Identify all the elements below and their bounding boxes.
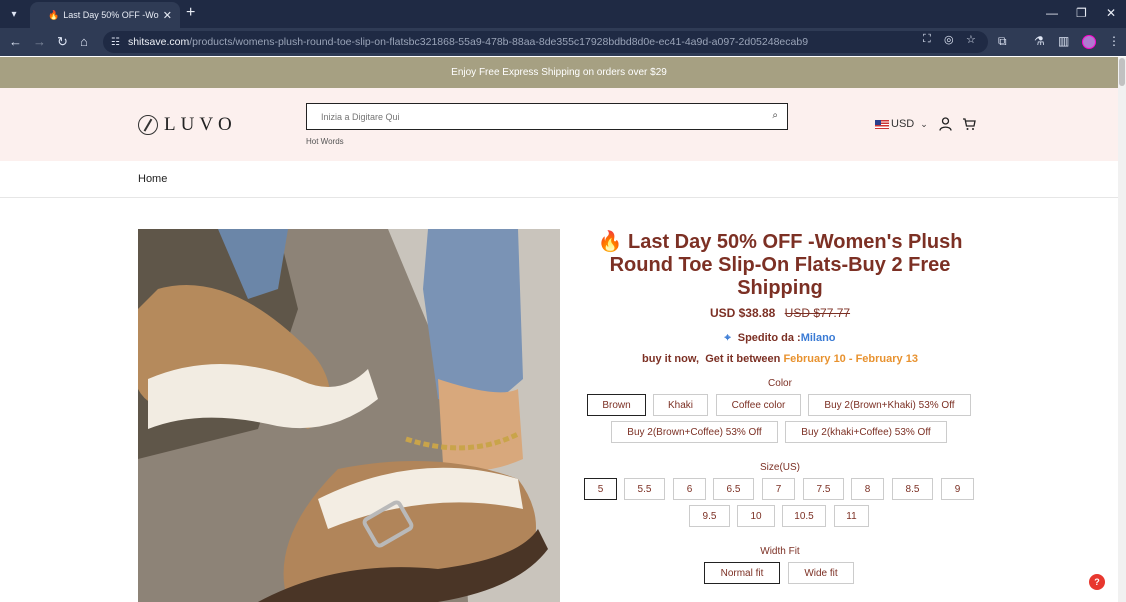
main-nav: Home	[0, 161, 1118, 198]
color-option-bundle-brown-coffee[interactable]: Buy 2(Brown+Coffee) 53% Off	[611, 421, 778, 443]
back-icon[interactable]: ←	[9, 34, 22, 50]
get-between-text: Get it between	[705, 353, 781, 365]
fire-favicon-icon: 🔥	[48, 9, 60, 20]
cart-icon[interactable]	[962, 117, 976, 134]
window-close-icon[interactable]: ✕	[1106, 6, 1116, 20]
original-price: USD $77.77	[784, 306, 851, 320]
currency-label: USD	[891, 118, 915, 130]
address-bar[interactable]: ☷ shitsave.com/products/womens-plush-rou…	[103, 31, 988, 53]
url-text: shitsave.com/products/womens-plush-round…	[127, 36, 809, 48]
product-title-text: Last Day 50% OFF -Women's Plush Round To…	[609, 231, 963, 299]
browser-toolbar: ← → ↻ ⌂ ☷ shitsave.com/products/womens-p…	[0, 28, 1126, 56]
width-option-normal[interactable]: Normal fit	[704, 562, 780, 584]
labs-icon[interactable]: ⚗	[1034, 34, 1045, 48]
size-option-6-5[interactable]: 6.5	[713, 478, 754, 500]
size-option-5-5[interactable]: 5.5	[624, 478, 665, 500]
size-label: Size(US)	[759, 462, 800, 473]
browser-tab[interactable]: 🔥 Last Day 50% OFF -Women's ✕	[30, 2, 180, 28]
shipping-origin: ⌖ Spedito da :Milano	[585, 332, 975, 345]
size-option-9[interactable]: 9	[941, 478, 974, 500]
color-option-bundle-khaki-coffee[interactable]: Buy 2(khaki+Coffee) 53% Off	[785, 421, 947, 443]
price-block: USD $38.88 USD $77.77	[585, 306, 975, 320]
ship-label: Spedito da :	[737, 332, 801, 344]
size-option-7-5[interactable]: 7.5	[803, 478, 844, 500]
nav-home-link[interactable]: Home	[138, 173, 167, 185]
scrollbar-thumb[interactable]	[1119, 58, 1125, 86]
size-option-11[interactable]: 11	[834, 505, 869, 527]
width-fit-label: Width Fit	[760, 546, 800, 557]
search-icon[interactable]: ⌕	[772, 110, 778, 121]
color-option-brown[interactable]: Brown	[587, 394, 646, 416]
size-option-6[interactable]: 6	[673, 478, 706, 500]
fire-icon: 🔥	[597, 231, 623, 253]
tab-close-icon[interactable]: ✕	[163, 9, 172, 22]
reload-icon[interactable]: ↻	[57, 34, 68, 50]
size-option-10[interactable]: 10	[737, 505, 775, 527]
new-tab-icon[interactable]: +	[186, 4, 195, 22]
buy-now-text: buy it now,	[642, 353, 700, 365]
scrollbar-track[interactable]	[1118, 57, 1126, 602]
location-pin-icon: ⌖	[724, 332, 731, 344]
extensions-icon[interactable]: ⧉	[998, 34, 1007, 49]
site-info-icon[interactable]: ☷	[111, 37, 120, 48]
sale-price: USD $38.88	[709, 306, 776, 320]
hot-words-label: Hot Words	[306, 137, 344, 146]
us-flag-icon	[875, 119, 889, 129]
size-option-10-5[interactable]: 10.5	[782, 505, 826, 527]
size-option-5[interactable]: 5	[584, 478, 617, 500]
bookmark-star-icon[interactable]: ☆	[966, 33, 976, 46]
search-input[interactable]	[321, 111, 751, 122]
currency-selector[interactable]: USD ⌄	[875, 118, 928, 130]
chat-support-icon[interactable]: ?	[1089, 574, 1105, 590]
ship-city: Milano	[800, 332, 836, 344]
color-option-coffee[interactable]: Coffee color	[716, 394, 801, 416]
account-icon[interactable]	[939, 117, 952, 134]
eye-off-icon[interactable]: ◎	[944, 33, 954, 46]
site-logo[interactable]: LUVO	[138, 114, 237, 136]
product-title: 🔥 Last Day 50% OFF -Women's Plush Round …	[585, 231, 975, 300]
forward-icon[interactable]: →	[33, 34, 46, 50]
menu-kebab-icon[interactable]: ⋮	[1108, 34, 1120, 48]
side-panel-icon[interactable]: ▥	[1058, 34, 1069, 48]
profile-avatar[interactable]	[1082, 35, 1096, 49]
delivery-estimate: buy it now, Get it between February 10 -…	[585, 353, 975, 365]
restore-icon[interactable]: ❐	[1076, 6, 1087, 20]
logo-mark-icon	[138, 115, 158, 135]
size-option-8-5[interactable]: 8.5	[892, 478, 933, 500]
translate-icon[interactable]: ⛶	[923, 33, 931, 46]
tab-title: Last Day 50% OFF -Women's	[63, 10, 159, 20]
logo-text: LUVO	[164, 114, 237, 135]
width-option-wide[interactable]: Wide fit	[788, 562, 854, 584]
tab-search-icon[interactable]: ▾	[5, 5, 23, 23]
color-option-bundle-brown-khaki[interactable]: Buy 2(Brown+Khaki) 53% Off	[808, 394, 971, 416]
chevron-down-icon: ⌄	[920, 118, 928, 129]
delivery-dates: February 10 - February 13	[783, 353, 918, 365]
size-option-8[interactable]: 8	[851, 478, 884, 500]
color-option-khaki[interactable]: Khaki	[653, 394, 708, 416]
minimize-icon[interactable]: —	[1046, 6, 1058, 20]
search-box: ⌕	[306, 103, 788, 130]
size-option-7[interactable]: 7	[762, 478, 795, 500]
size-option-9-5[interactable]: 9.5	[689, 505, 730, 527]
promo-banner: Enjoy Free Express Shipping on orders ov…	[0, 57, 1118, 88]
home-icon[interactable]: ⌂	[80, 34, 88, 50]
product-image[interactable]	[138, 229, 560, 602]
color-label: Color	[768, 378, 792, 389]
browser-tab-bar: ▾ 🔥 Last Day 50% OFF -Women's ✕ + — ❐ ✕	[0, 0, 1126, 28]
